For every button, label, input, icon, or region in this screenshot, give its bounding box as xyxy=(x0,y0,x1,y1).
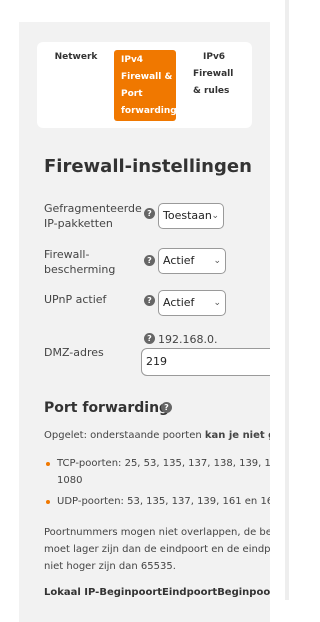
help-icon[interactable]: ? xyxy=(144,255,155,266)
help-icon[interactable]: ? xyxy=(144,208,155,219)
port-table-header: Lokaal IP-BeginpoortEindpoortBeginpoortE… xyxy=(44,587,270,598)
chevron-down-icon: ⌄ xyxy=(211,211,219,221)
protection-label-line: Firewall- xyxy=(44,248,90,261)
bullet-dot xyxy=(46,462,50,466)
tab-ipv4-label-line: IPv4 xyxy=(121,55,144,65)
dmz-prefix: 192.168.0. xyxy=(158,333,218,346)
port-forwarding-title: Port forwarding xyxy=(44,400,170,416)
protection-select[interactable]: Actief ⌄ xyxy=(158,248,226,274)
port-warning-bold: kan je niet gebr xyxy=(204,430,270,441)
port-warning: Opgelet: onderstaande poorten kan je nie… xyxy=(44,427,270,444)
tab-ipv6-label-line: IPv6 xyxy=(203,52,226,62)
fragmented-label: Gefragmenteerde IP-pakketten xyxy=(44,201,142,231)
bullet-dot xyxy=(46,500,50,504)
port-note-line: Poortnummers mogen niet overlappen, de b… xyxy=(44,527,270,538)
tab-ipv4-label-line: Firewall & xyxy=(121,72,173,82)
help-icon[interactable]: ? xyxy=(144,333,155,344)
chevron-down-icon: ⌄ xyxy=(213,298,221,308)
tcp-ports-line: TCP-poorten: 25, 53, 135, 137, 138, 139,… xyxy=(57,458,270,469)
tab-ipv6-label-line: & rules xyxy=(193,86,230,96)
tab-ipv4-label-line: Port xyxy=(121,89,143,99)
settings-panel: Netwerk IPv4 Firewall & Port forwarding … xyxy=(19,22,270,622)
scroll-edge xyxy=(285,0,289,600)
port-note-line: moet lager zijn dan de eindpoort en de e… xyxy=(44,544,270,555)
help-icon[interactable]: ? xyxy=(161,402,172,413)
fragmented-label-line: IP-pakketten xyxy=(44,217,113,230)
tcp-ports: TCP-poorten: 25, 53, 135, 137, 138, 139,… xyxy=(57,455,270,489)
protection-label: Firewall- bescherming xyxy=(44,247,115,277)
port-note-line: niet hoger zijn dan 65535. xyxy=(44,561,176,572)
port-note: Poortnummers mogen niet overlappen, de b… xyxy=(44,524,270,575)
chevron-down-icon: ⌄ xyxy=(213,256,221,266)
tab-ipv4-label-line: forwarding xyxy=(121,106,177,116)
protection-label-line: bescherming xyxy=(44,263,116,276)
firewall-title: Firewall-instellingen xyxy=(44,156,252,177)
tab-netwerk-label: Netwerk xyxy=(54,52,98,62)
dmz-input[interactable]: 219 xyxy=(141,348,270,376)
tab-bar: Netwerk IPv4 Firewall & Port forwarding … xyxy=(37,42,252,128)
fragmented-select-value: Toestaan xyxy=(163,209,212,222)
dmz-label: DMZ-adres xyxy=(44,346,104,359)
tab-ipv6-label-line: Firewall xyxy=(193,69,234,79)
protection-select-value: Actief xyxy=(163,254,195,267)
help-icon[interactable]: ? xyxy=(144,295,155,306)
tab-netwerk[interactable]: Netwerk xyxy=(47,49,105,66)
tcp-ports-line: 1080 xyxy=(57,475,83,486)
udp-ports: UDP-poorten: 53, 135, 137, 139, 161 en 1… xyxy=(57,496,270,507)
fragmented-label-line: Gefragmenteerde xyxy=(44,202,142,215)
tab-ipv4-firewall[interactable]: IPv4 Firewall & Port forwarding xyxy=(114,50,177,121)
tab-ipv6-firewall[interactable]: IPv6 Firewall & rules xyxy=(191,49,249,100)
upnp-select[interactable]: Actief ⌄ xyxy=(158,290,226,316)
upnp-label: UPnP actief xyxy=(44,293,107,306)
fragmented-select[interactable]: Toestaan ⌄ xyxy=(158,203,224,229)
upnp-select-value: Actief xyxy=(163,296,195,309)
port-warning-text: Opgelet: onderstaande poorten xyxy=(44,430,205,441)
